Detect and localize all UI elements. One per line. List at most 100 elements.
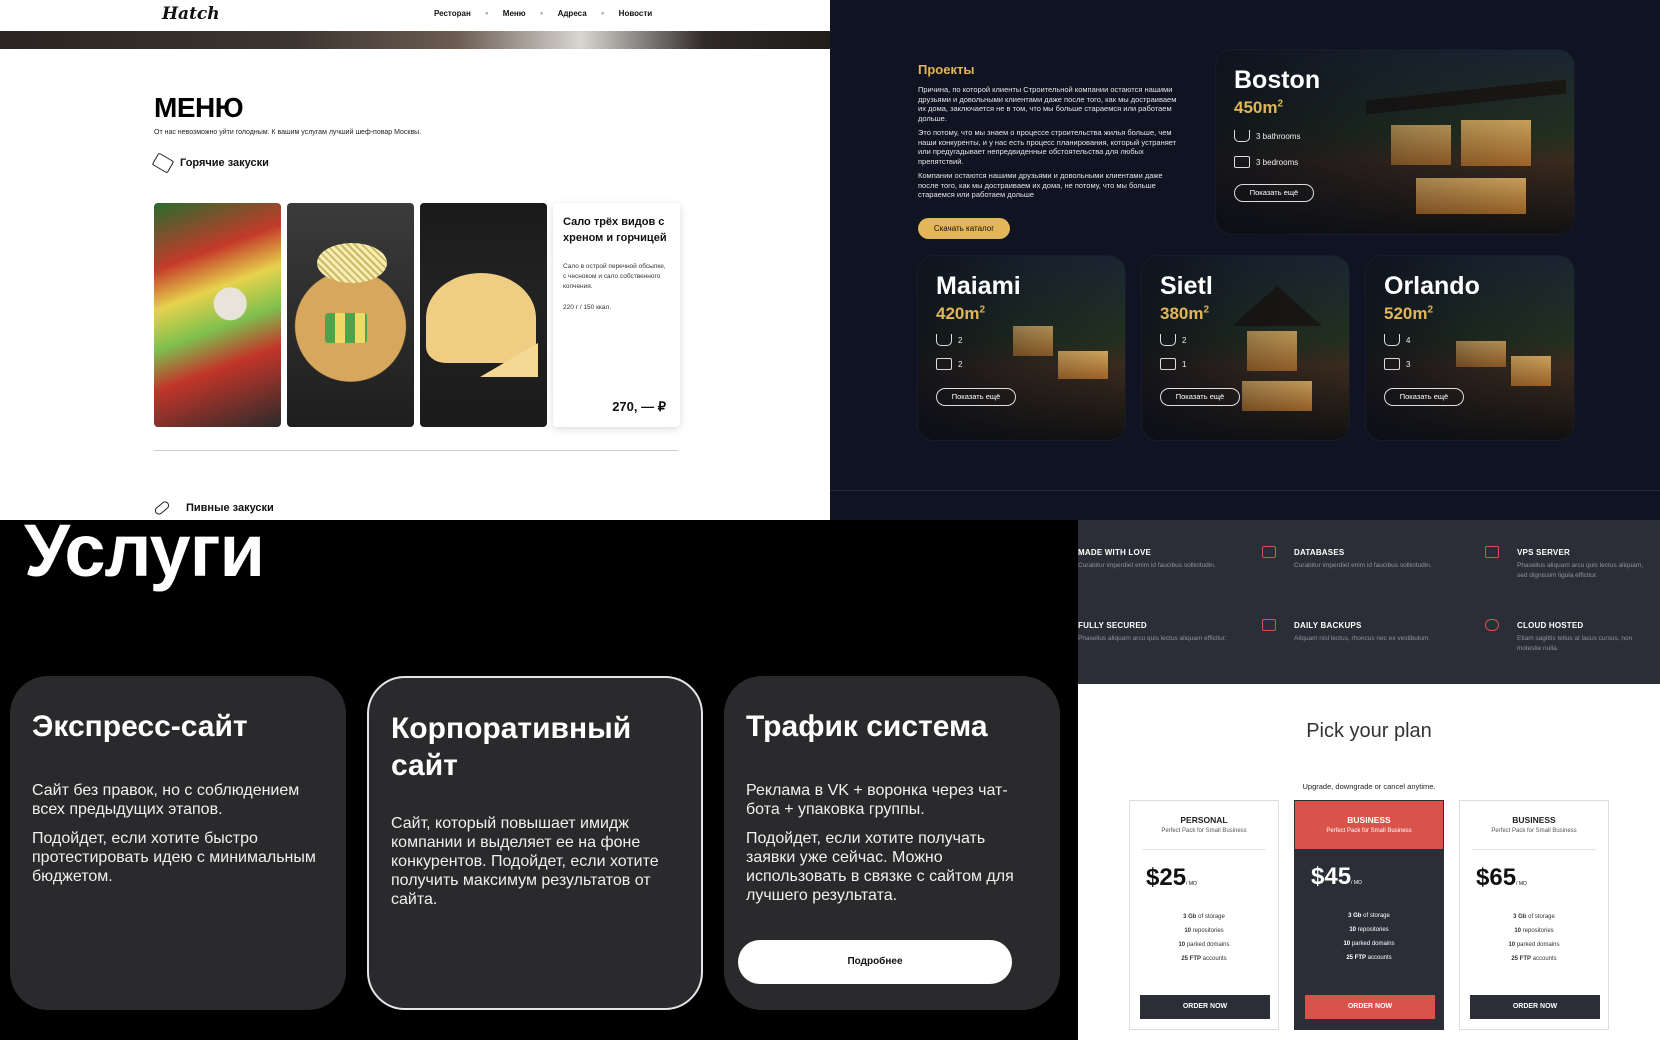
show-more-button[interactable]: Показать ещё — [936, 388, 1016, 406]
bedrooms-spec: 3 bedrooms — [1234, 156, 1298, 168]
category-label: Горячие закуски — [180, 157, 269, 169]
dish-photo-vegetables[interactable] — [154, 203, 281, 427]
page-title: МЕНЮ — [154, 92, 244, 123]
bed-icon — [1234, 156, 1250, 168]
projects-page: Проекты Причина, по которой клиенты Стро… — [830, 0, 1660, 520]
grill-icon — [151, 152, 175, 174]
feature-made-with-love: MADE WITH LOVE Curabitur imperdiet enim … — [1078, 548, 1268, 571]
house-card-orlando[interactable]: Orlando 520m2 4 3 Показать ещё — [1366, 256, 1574, 440]
database-icon — [1262, 546, 1276, 558]
dish-title: Сало трёх видов с хреном и горчицей — [563, 216, 667, 244]
dish-photo-cheese-board[interactable] — [287, 203, 414, 427]
plan-price: $65/ MO — [1476, 864, 1527, 891]
feature-desc: Curabitur imperdiet enim id faucibus sol… — [1078, 562, 1216, 569]
bathrooms-spec: 2 — [936, 334, 962, 346]
plan-card-business-featured: BUSINESS Perfect Pack for Small Business … — [1294, 800, 1444, 1030]
house-card-maiami[interactable]: Maiami 420m2 2 2 Показать ещё — [918, 256, 1125, 440]
house-card-boston[interactable]: Boston 450m2 3 bathrooms 3 bedrooms Пока… — [1216, 50, 1574, 234]
dish-gallery: Сало трёх видов с хреном и горчицей Сало… — [154, 203, 680, 427]
bathrooms-spec: 3 bathrooms — [1234, 130, 1300, 142]
service-title: Трафик система — [746, 710, 988, 743]
show-more-button[interactable]: Показать ещё — [1234, 184, 1314, 202]
plan-desc: Perfect Pack for Small Business — [1491, 828, 1577, 834]
bathtub-icon — [936, 334, 952, 346]
category-hot-appetizers[interactable]: Горячие закуски — [151, 152, 269, 174]
feature-daily-backups: DAILY BACKUPS Aliquam nisl lectus, rhonc… — [1262, 619, 1484, 644]
nav-link-news[interactable]: Новости — [619, 9, 653, 18]
dish-price: 270, — ₽ — [612, 399, 666, 414]
show-more-button[interactable]: Показать ещё — [1384, 388, 1464, 406]
features-panel: MADE WITH LOVE Curabitur imperdiet enim … — [1078, 520, 1660, 684]
service-text: Реклама в VK + воронка через чат-бота + … — [746, 782, 1008, 818]
bed-icon — [1160, 358, 1176, 370]
order-now-button[interactable]: ORDER NOW — [1140, 995, 1270, 1019]
plans-title: Pick your plan — [1306, 720, 1432, 742]
cloud-icon — [1485, 619, 1499, 631]
feature-desc: Curabitur imperdiet enim id faucibus sol… — [1294, 562, 1432, 569]
logo[interactable]: Hatch — [162, 4, 220, 24]
dish-info-card[interactable]: Сало трёх видов с хреном и горчицей Сало… — [553, 203, 680, 427]
dish-photo-cheese-wheel[interactable] — [420, 203, 547, 427]
bedrooms-spec: 3 — [1384, 358, 1410, 370]
feature-fully-secured: FULLY SECURED Phasellus aliquam arcu qui… — [1078, 621, 1268, 644]
show-more-button[interactable]: Показать ещё — [1160, 388, 1240, 406]
house-name: Orlando — [1384, 272, 1480, 300]
service-title: Корпоративный сайт — [391, 712, 632, 782]
nav-links: Ресторан • Меню • Адреса • Новости — [434, 9, 652, 18]
nav-separator: • — [485, 9, 489, 18]
dish-calories: 220 г / 150 ккал. — [563, 304, 612, 311]
hosting-pricing-page: MADE WITH LOVE Curabitur imperdiet enim … — [1078, 520, 1660, 1040]
feature-vps-server: VPS SERVER Phasellus aliquam arcu quis l… — [1485, 546, 1647, 581]
server-icon — [1485, 546, 1499, 558]
nav-link-menu[interactable]: Меню — [503, 9, 526, 18]
top-nav: Hatch Ресторан • Меню • Адреса • Новости — [0, 0, 830, 30]
feature-databases: DATABASES Curabitur imperdiet enim id fa… — [1262, 546, 1484, 571]
section-divider — [830, 490, 1660, 491]
house-area: 520m2 — [1384, 304, 1434, 323]
feature-desc: Phasellus aliquam arcu quis lectus aliqu… — [1517, 562, 1644, 579]
download-catalog-button[interactable]: Скачать каталог — [918, 218, 1010, 239]
order-now-button[interactable]: ORDER NOW — [1305, 995, 1435, 1019]
bathtub-icon — [1234, 130, 1250, 142]
bathtub-icon — [1384, 334, 1400, 346]
projects-paragraph: Это потому, что мы знаем о процессе стро… — [918, 128, 1177, 166]
feature-title: CLOUD HOSTED — [1517, 621, 1584, 630]
house-card-sietl[interactable]: Sietl 380m2 2 1 Показать ещё — [1142, 256, 1349, 440]
nav-separator: • — [540, 9, 543, 18]
category-beer-snacks[interactable]: Пивные закуски — [153, 499, 274, 517]
service-title: Экспресс-сайт — [32, 710, 248, 743]
house-name: Sietl — [1160, 272, 1213, 300]
plan-name: BUSINESS — [1347, 815, 1391, 825]
projects-title: Проекты — [918, 62, 975, 77]
feature-title: MADE WITH LOVE — [1078, 548, 1152, 557]
nav-separator: • — [601, 9, 605, 18]
page-subtitle: От нас невозможно уйти голодным. К вашим… — [154, 129, 422, 136]
category-label: Пивные закуски — [186, 502, 274, 514]
details-button[interactable]: Подробнее — [738, 940, 1012, 984]
services-title: Услуги — [24, 520, 265, 592]
nav-link-restaurant[interactable]: Ресторан — [434, 9, 471, 18]
feature-title: DATABASES — [1294, 548, 1345, 557]
projects-paragraph: Компании остаются нашими друзьями и дово… — [918, 171, 1163, 199]
plan-name: BUSINESS — [1512, 815, 1556, 825]
service-text: Подойдет, если хотите получать заявки уж… — [746, 830, 1014, 904]
order-now-button[interactable]: ORDER NOW — [1470, 995, 1600, 1019]
nav-link-addresses[interactable]: Адреса — [558, 9, 587, 18]
service-card-express[interactable]: Экспресс-сайт Сайт без правок, но с собл… — [10, 676, 346, 1010]
service-card-traffic[interactable]: Трафик система Реклама в VK + воронка че… — [724, 676, 1060, 1010]
plan-price: $25/ MO — [1146, 864, 1197, 891]
sausage-icon — [153, 499, 171, 517]
feature-desc: Phasellus aliquam arcu quis lectus aliqu… — [1078, 635, 1227, 642]
service-text: Подойдет, если хотите быстро протестиров… — [32, 830, 316, 885]
hero-image-strip — [0, 31, 830, 49]
bathtub-icon — [1160, 334, 1176, 346]
service-text: Сайт, который повышает имидж компании и … — [391, 815, 659, 908]
house-area: 380m2 — [1160, 304, 1210, 323]
dish-description: Сало в острой перечной обсыпке, с чеснок… — [563, 263, 666, 290]
calendar-icon — [1262, 619, 1276, 631]
service-card-corporate[interactable]: Корпоративный сайт Сайт, который повышае… — [367, 676, 703, 1010]
plan-card-business: BUSINESS Perfect Pack for Small Business … — [1459, 800, 1609, 1030]
plan-desc: Perfect Pack for Small Business — [1161, 828, 1247, 834]
bathrooms-spec: 2 — [1160, 334, 1186, 346]
plan-price: $45/ MO — [1311, 863, 1362, 890]
